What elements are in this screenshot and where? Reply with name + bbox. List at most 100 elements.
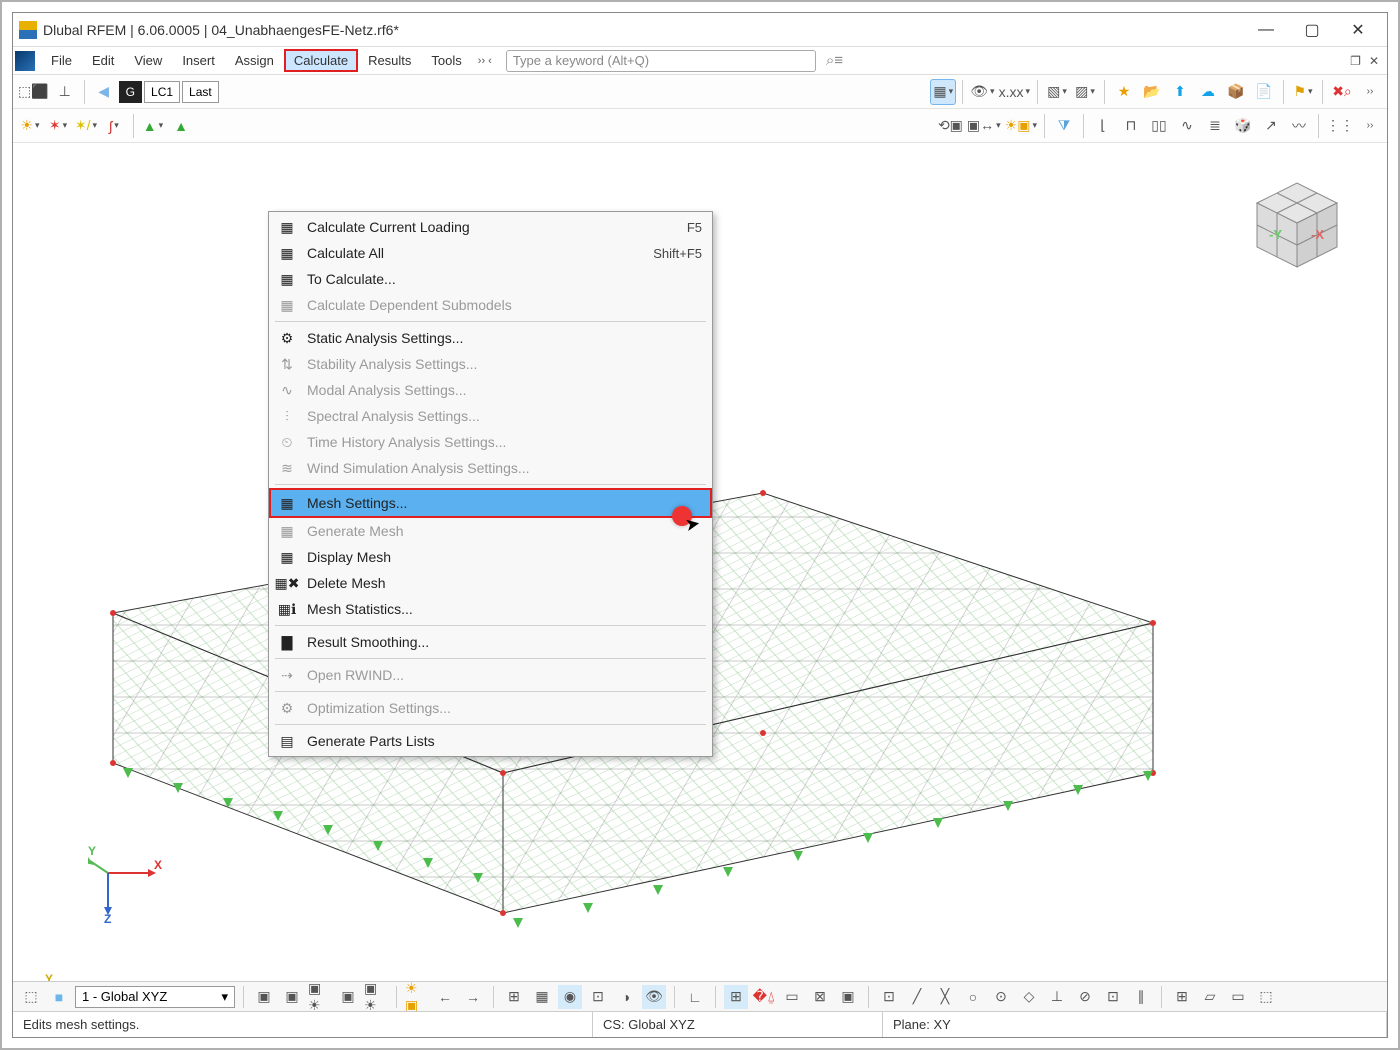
render-icon[interactable]: ▧▾ — [1044, 79, 1070, 105]
b-icon-9[interactable]: ⊞ — [502, 985, 526, 1009]
snap-intersect-icon[interactable]: ▣ — [836, 985, 860, 1009]
star-node-icon[interactable]: ✶▾ — [45, 113, 71, 139]
snap-end-icon[interactable]: ⊡ — [877, 985, 901, 1009]
menu-item-mesh-settings[interactable]: ▦Mesh Settings... — [269, 488, 712, 518]
menu-item-display-mesh[interactable]: ▦Display Mesh — [269, 544, 712, 570]
snap-grid-icon[interactable]: ⊞ — [724, 985, 748, 1009]
search-go-icon[interactable]: ⌕≡ — [826, 52, 846, 69]
snap-tan-icon[interactable]: ⊘ — [1073, 985, 1097, 1009]
cs-color-icon[interactable]: ■ — [47, 985, 71, 1009]
snap-magnet-icon[interactable]: �⍙ — [752, 985, 776, 1009]
cube-move-icon[interactable]: ▣↔▾ — [966, 113, 1002, 139]
graph-icon[interactable]: ⌊ — [1090, 113, 1116, 139]
menu-item-calculate-current-loading[interactable]: ▦Calculate Current LoadingF5 — [269, 214, 712, 240]
star-line-icon[interactable]: ✶/▾ — [73, 113, 99, 139]
close-button[interactable]: ✕ — [1335, 15, 1381, 45]
render2-icon[interactable]: ▨▾ — [1072, 79, 1098, 105]
tool-loadcase-prev-icon[interactable]: ◀ — [91, 79, 117, 105]
menu-assign[interactable]: Assign — [225, 49, 284, 72]
b-icon-3[interactable]: ▣☀ — [308, 985, 332, 1009]
menu-item-calculate-all[interactable]: ▦Calculate AllShift+F5 — [269, 240, 712, 266]
snap-mid-icon[interactable]: ╳ — [933, 985, 957, 1009]
maximize-button[interactable]: ▢ — [1289, 15, 1335, 45]
snap-rect-icon[interactable]: ▭ — [780, 985, 804, 1009]
g-indicator[interactable]: G — [119, 81, 142, 103]
snap-circle-icon[interactable]: ○ — [961, 985, 985, 1009]
minimize-button[interactable]: — — [1243, 15, 1289, 45]
wing-icon[interactable]: 〰 — [1286, 113, 1312, 139]
support2-icon[interactable]: ▲ — [168, 113, 194, 139]
menu-item-static-analysis-settings[interactable]: ⚙Static Analysis Settings... — [269, 325, 712, 351]
dots2-icon[interactable]: ›› — [1357, 113, 1383, 139]
b-icon-8[interactable]: → — [461, 985, 485, 1009]
snap-ext-icon[interactable]: ⬚ — [1254, 985, 1278, 1009]
b-icon-5[interactable]: ▣☀ — [364, 985, 388, 1009]
menu-item-delete-mesh[interactable]: ▦✖Delete Mesh — [269, 570, 712, 596]
film-icon[interactable]: ▯▯ — [1146, 113, 1172, 139]
support-icon[interactable]: ▲▾ — [140, 113, 166, 139]
curve-icon[interactable]: ʃ▾ — [101, 113, 127, 139]
menu-item-result-smoothing[interactable]: ▇Result Smoothing... — [269, 629, 712, 655]
snap-plane-icon[interactable]: ▭ — [1226, 985, 1250, 1009]
filter-icon[interactable]: ⧩ — [1051, 113, 1077, 139]
b-icon-6[interactable]: ☀▣ — [405, 985, 429, 1009]
b-icon-10[interactable]: ▦ — [530, 985, 554, 1009]
menu-overflow-icon[interactable]: ›› ‹ — [478, 55, 492, 67]
snap-center-icon[interactable]: ⊙ — [989, 985, 1013, 1009]
open-folder-icon[interactable]: 📂 — [1139, 79, 1165, 105]
grid-settings-icon[interactable]: ▦▾ — [930, 79, 956, 105]
visibility-icon[interactable]: 👁▾ — [969, 79, 995, 105]
b-icon-2[interactable]: ▣ — [280, 985, 304, 1009]
doc-icon[interactable]: 📄 — [1251, 79, 1277, 105]
b-icon-15[interactable]: ∟ — [683, 985, 707, 1009]
b-icon-13[interactable]: ◑ — [614, 985, 638, 1009]
cloud-icon[interactable]: ☁ — [1195, 79, 1221, 105]
snap-obj-icon[interactable]: ▱ — [1198, 985, 1222, 1009]
snap-x-icon[interactable]: ⊠ — [808, 985, 832, 1009]
menu-calculate[interactable]: Calculate — [284, 49, 358, 72]
package-icon[interactable]: 📦 — [1223, 79, 1249, 105]
menu-file[interactable]: File — [41, 49, 82, 72]
blue-cloud-icon[interactable]: ⬆ — [1167, 79, 1193, 105]
cs-icon[interactable]: ⬚ — [19, 985, 43, 1009]
tool-selection-icon[interactable]: ⬚⬛ — [17, 79, 50, 105]
new-model-icon[interactable]: ★ — [1111, 79, 1137, 105]
mdi-close-icon[interactable]: ✕ — [1369, 54, 1379, 68]
menu-item-generate-parts-lists[interactable]: ▤Generate Parts Lists — [269, 728, 712, 754]
snap-perp-icon[interactable]: ⊥ — [1045, 985, 1069, 1009]
snap-line-icon[interactable]: ╱ — [905, 985, 929, 1009]
last-combo[interactable]: Last — [182, 81, 219, 103]
tension-icon[interactable]: ⊓ — [1118, 113, 1144, 139]
stop-icon[interactable]: ✖⌕ — [1329, 79, 1355, 105]
layers-icon[interactable]: ≣ — [1202, 113, 1228, 139]
search-input[interactable]: Type a keyword (Alt+Q) — [506, 50, 816, 72]
star-new-icon[interactable]: ☀▾ — [17, 113, 43, 139]
cs-combo[interactable]: 1 - Global XYZ▾ — [75, 986, 235, 1008]
menu-tools[interactable]: Tools — [421, 49, 471, 72]
path-icon[interactable]: ↗ — [1258, 113, 1284, 139]
menu-edit[interactable]: Edit — [82, 49, 124, 72]
b-icon-7[interactable]: ← — [433, 985, 457, 1009]
menu-insert[interactable]: Insert — [172, 49, 225, 72]
snap-near-icon[interactable]: ⊡ — [1101, 985, 1125, 1009]
tool-node-icon[interactable]: ⊥ — [52, 79, 78, 105]
b-icon-1[interactable]: ▣ — [252, 985, 276, 1009]
b-icon-14[interactable]: 👁 — [642, 985, 666, 1009]
dots1-icon[interactable]: ⋮⋮ — [1325, 113, 1355, 139]
flag-icon[interactable]: ⚑▾ — [1290, 79, 1316, 105]
lc-combo[interactable]: LC1 — [144, 81, 180, 103]
navigation-cube[interactable]: -Y -X — [1237, 163, 1357, 283]
dimension-icon[interactable]: x.xx▾ — [998, 79, 1031, 105]
snap-par-icon[interactable]: ∥ — [1129, 985, 1153, 1009]
b-icon-4[interactable]: ▣ — [336, 985, 360, 1009]
menu-view[interactable]: View — [124, 49, 172, 72]
b-icon-12[interactable]: ⊡ — [586, 985, 610, 1009]
mdi-restore-icon[interactable]: ❐ — [1350, 54, 1361, 68]
menu-item-mesh-statistics[interactable]: ▦ℹMesh Statistics... — [269, 596, 712, 622]
cube-spin-icon[interactable]: ⟲▣ — [937, 113, 964, 139]
snap-grid2-icon[interactable]: ⊞ — [1170, 985, 1194, 1009]
menu-results[interactable]: Results — [358, 49, 421, 72]
viewport-3d[interactable]: X Y Z X Y Z -Y -X — [13, 143, 1387, 981]
dice-icon[interactable]: 🎲 — [1230, 113, 1256, 139]
menu-item-to-calculate[interactable]: ▦To Calculate... — [269, 266, 712, 292]
